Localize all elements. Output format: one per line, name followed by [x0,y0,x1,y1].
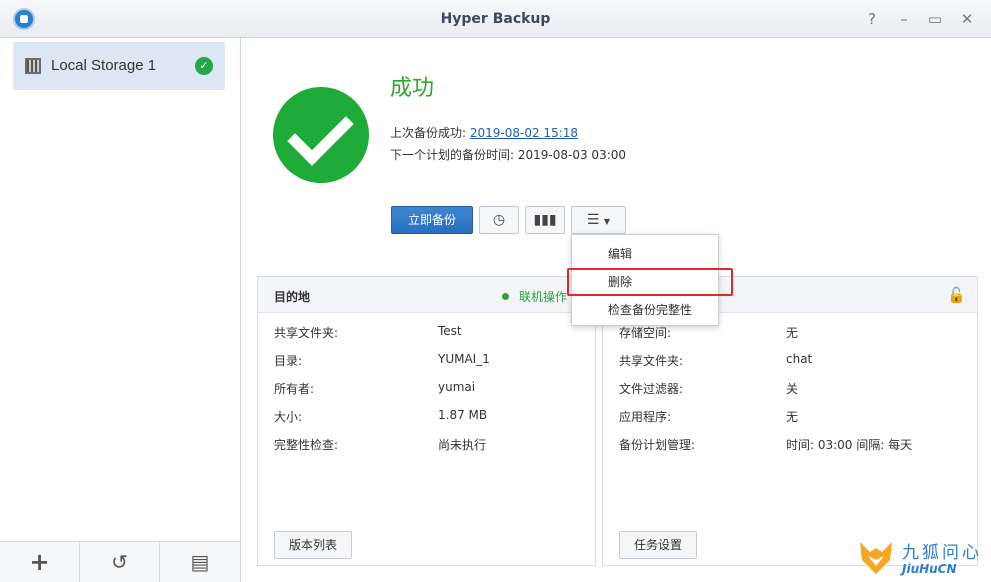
maximize-icon[interactable]: ▭ [925,9,945,29]
version-list-button[interactable]: 版本列表 [274,531,353,559]
log-button[interactable]: ▤ [160,542,240,582]
sidebar: Local Storage 1 ✓ + ↺ ▤ [0,38,241,582]
row-value: 时间: 03:00 间隔: 每天 [786,438,913,452]
row-key: 完整性检查: [274,438,339,452]
window-title: Hyper Backup [440,11,551,27]
success-check-icon: ✓ [195,57,213,75]
chevron-down-icon: ▼ [603,217,611,226]
restore-icon: ↺ [111,550,128,574]
row-value: chat [786,352,813,366]
destination-card: 目的地 联机操作 共享文件夹: Test 目录: YUMAI_1 所有者: yu… [257,276,596,566]
title-bar: Hyper Backup ? – ▭ ✕ [0,0,991,38]
row-value: Test [438,324,462,338]
row-value: YUMAI_1 [438,352,490,366]
next-backup-label: 下一个计划的备份时间: [390,148,515,162]
minimize-icon[interactable]: – [894,9,914,29]
row-value: 尚未执行 [438,438,487,452]
menu-item-edit[interactable]: 编辑 [572,240,718,268]
watermark: 九狐问心 JiuHuCN [856,534,988,580]
log-icon: ▤ [190,550,210,574]
add-task-button[interactable]: + [0,542,80,582]
destination-card-header: 目的地 联机操作 [258,277,595,313]
row-key: 存储空间: [619,326,672,340]
unlock-icon[interactable]: 🔓 [947,286,966,304]
row-key: 所有者: [274,382,315,396]
row-key: 共享文件夹: [619,354,684,368]
next-backup-value: 2019-08-03 03:00 [517,148,627,162]
online-status: 联机操作 [502,288,567,305]
bar-chart-icon: ▮▮▮ [533,212,557,228]
row-value: 关 [786,382,799,396]
storage-device-icon [25,58,41,74]
help-icon[interactable]: ? [862,9,882,29]
sidebar-toolbar: + ↺ ▤ [0,541,240,582]
row-key: 文件过滤器: [619,382,684,396]
task-settings-button[interactable]: 任务设置 [619,531,698,559]
last-backup-line: 上次备份成功: 2019-08-02 15:18 [390,124,578,141]
sidebar-item-local-storage-1[interactable]: Local Storage 1 ✓ [13,42,225,90]
row-value: 1.87 MB [438,408,488,422]
row-key: 大小: [274,410,303,424]
row-key: 目录: [274,354,303,368]
row-key: 共享文件夹: [274,326,339,340]
delete-highlight-box [567,268,733,296]
next-backup-line: 下一个计划的备份时间: 2019-08-03 03:00 [390,146,626,163]
menu-item-check-integrity[interactable]: 检查备份完整性 [572,296,718,324]
destination-title: 目的地 [274,290,311,304]
row-value: 无 [786,410,799,424]
restore-button[interactable]: ↺ [80,542,160,582]
success-status-icon [273,87,369,183]
sidebar-item-label: Local Storage 1 [51,57,157,74]
row-value: 无 [786,326,799,340]
row-value: yumai [438,380,476,394]
fox-logo-icon [860,542,892,574]
menu-icon: ☰ [586,212,600,228]
last-backup-label: 上次备份成功: [390,126,467,140]
row-key: 备份计划管理: [619,438,696,452]
add-icon: + [29,548,50,576]
watermark-en: JiuHuCN [902,562,957,576]
status-title: 成功 [390,76,435,101]
version-explorer-button[interactable]: ◷ [479,206,519,234]
backup-now-button[interactable]: 立即备份 [391,206,473,234]
row-key: 应用程序: [619,410,672,424]
clock-search-icon: ◷ [492,212,506,228]
last-backup-link[interactable]: 2019-08-02 15:18 [470,126,578,140]
more-actions-button[interactable]: ☰ ▼ [571,206,626,234]
statistics-button[interactable]: ▮▮▮ [525,206,565,234]
close-icon[interactable]: ✕ [957,9,977,29]
watermark-cn: 九狐问心 [902,543,982,563]
